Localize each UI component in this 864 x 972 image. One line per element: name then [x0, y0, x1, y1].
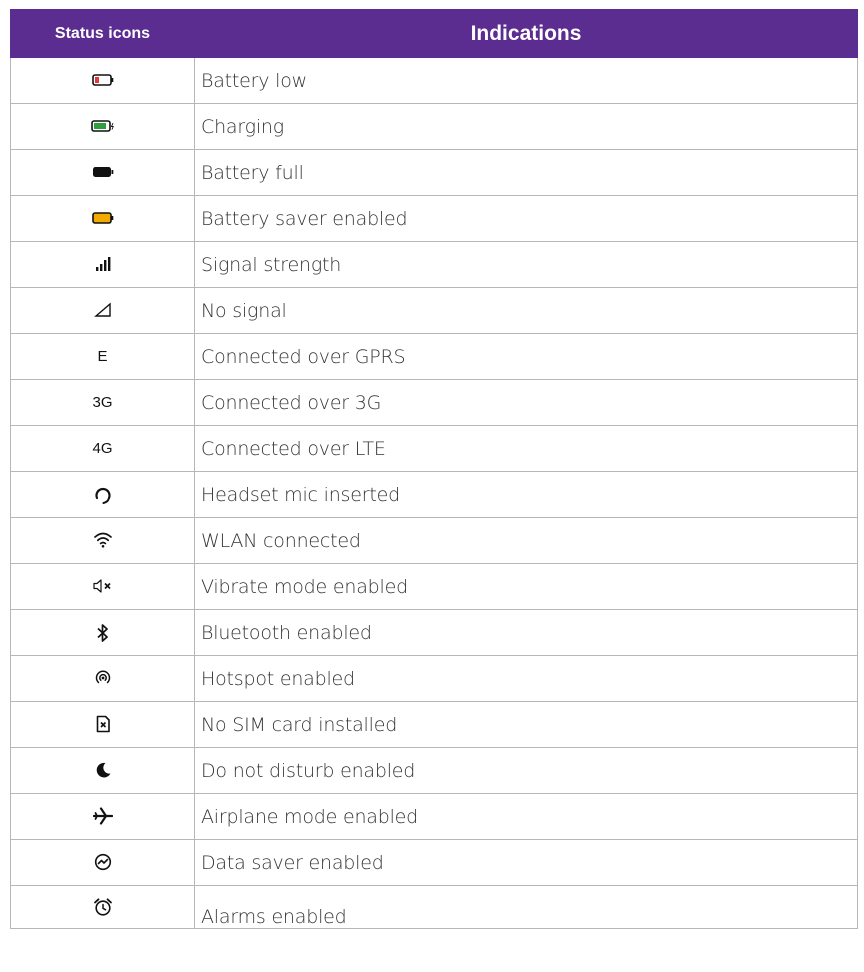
data-saver-icon [94, 853, 112, 871]
no-signal-icon [93, 302, 112, 318]
indication-text: Alarms enabled [194, 885, 858, 929]
table-row: Battery full [10, 149, 858, 196]
gprs-icon: E [97, 347, 108, 365]
battery-low-icon [91, 74, 114, 87]
battery-charging-icon [90, 120, 115, 133]
indication-text: WLAN connected [194, 517, 858, 564]
battery-full-icon [92, 166, 114, 178]
no-sim-icon [95, 715, 111, 733]
table-row: Charging [10, 103, 858, 150]
indication-text: Airplane mode enabled [194, 793, 858, 840]
indication-text: Signal strength [194, 241, 858, 288]
signal-strength-icon [95, 256, 111, 272]
table-row: Do not disturb enabled [10, 747, 858, 794]
indication-text: Connected over LTE [194, 425, 858, 472]
indication-text: Battery full [194, 149, 858, 196]
status-icons-table: Status icons Indications Battery low Cha… [10, 9, 858, 929]
table-row: Battery low [10, 57, 858, 104]
table-row: Data saver enabled [10, 839, 858, 886]
table-row: WLAN connected [10, 517, 858, 564]
status-icons-table-container: Status icons Indications Battery low Cha… [10, 9, 858, 929]
airplane-icon [92, 807, 113, 825]
table-row: Vibrate mode enabled [10, 563, 858, 610]
indication-text: Hotspot enabled [194, 655, 858, 702]
indication-text: Headset mic inserted [194, 471, 858, 518]
indication-text: Battery saver enabled [194, 195, 858, 242]
headset-icon [93, 485, 113, 505]
alarm-icon [93, 897, 113, 917]
3g-icon: 3G [92, 393, 113, 411]
bluetooth-icon [96, 623, 110, 643]
table-row: No SIM card installed [10, 701, 858, 748]
indication-text: Battery low [194, 57, 858, 104]
indication-text: Connected over GPRS [194, 333, 858, 380]
moon-icon [94, 761, 112, 779]
table-row: Bluetooth enabled [10, 609, 858, 656]
table-row: Headset mic inserted [10, 471, 858, 518]
table-row: E Connected over GPRS [10, 333, 858, 380]
table-row: No signal [10, 287, 858, 334]
table-row: Signal strength [10, 241, 858, 288]
battery-saver-icon [91, 212, 114, 225]
header-indications: Indications [194, 9, 858, 58]
4g-icon: 4G [92, 439, 113, 457]
table-row: Battery saver enabled [10, 195, 858, 242]
indication-text: Bluetooth enabled [194, 609, 858, 656]
table-header-row: Status icons Indications [10, 9, 858, 58]
wifi-icon [93, 531, 113, 549]
indication-text: No signal [194, 287, 858, 334]
hotspot-icon [94, 669, 112, 687]
header-status-icons: Status icons [10, 9, 195, 58]
indication-text: No SIM card installed [194, 701, 858, 748]
indication-text: Do not disturb enabled [194, 747, 858, 794]
indication-text: Charging [194, 103, 858, 150]
indication-text: Data saver enabled [194, 839, 858, 886]
indication-text: Vibrate mode enabled [194, 563, 858, 610]
table-row: Airplane mode enabled [10, 793, 858, 840]
table-row: Alarms enabled [10, 885, 858, 929]
table-row: 3G Connected over 3G [10, 379, 858, 426]
vibrate-mute-icon [92, 577, 114, 595]
table-row: Hotspot enabled [10, 655, 858, 702]
indication-text: Connected over 3G [194, 379, 858, 426]
table-row: 4G Connected over LTE [10, 425, 858, 472]
